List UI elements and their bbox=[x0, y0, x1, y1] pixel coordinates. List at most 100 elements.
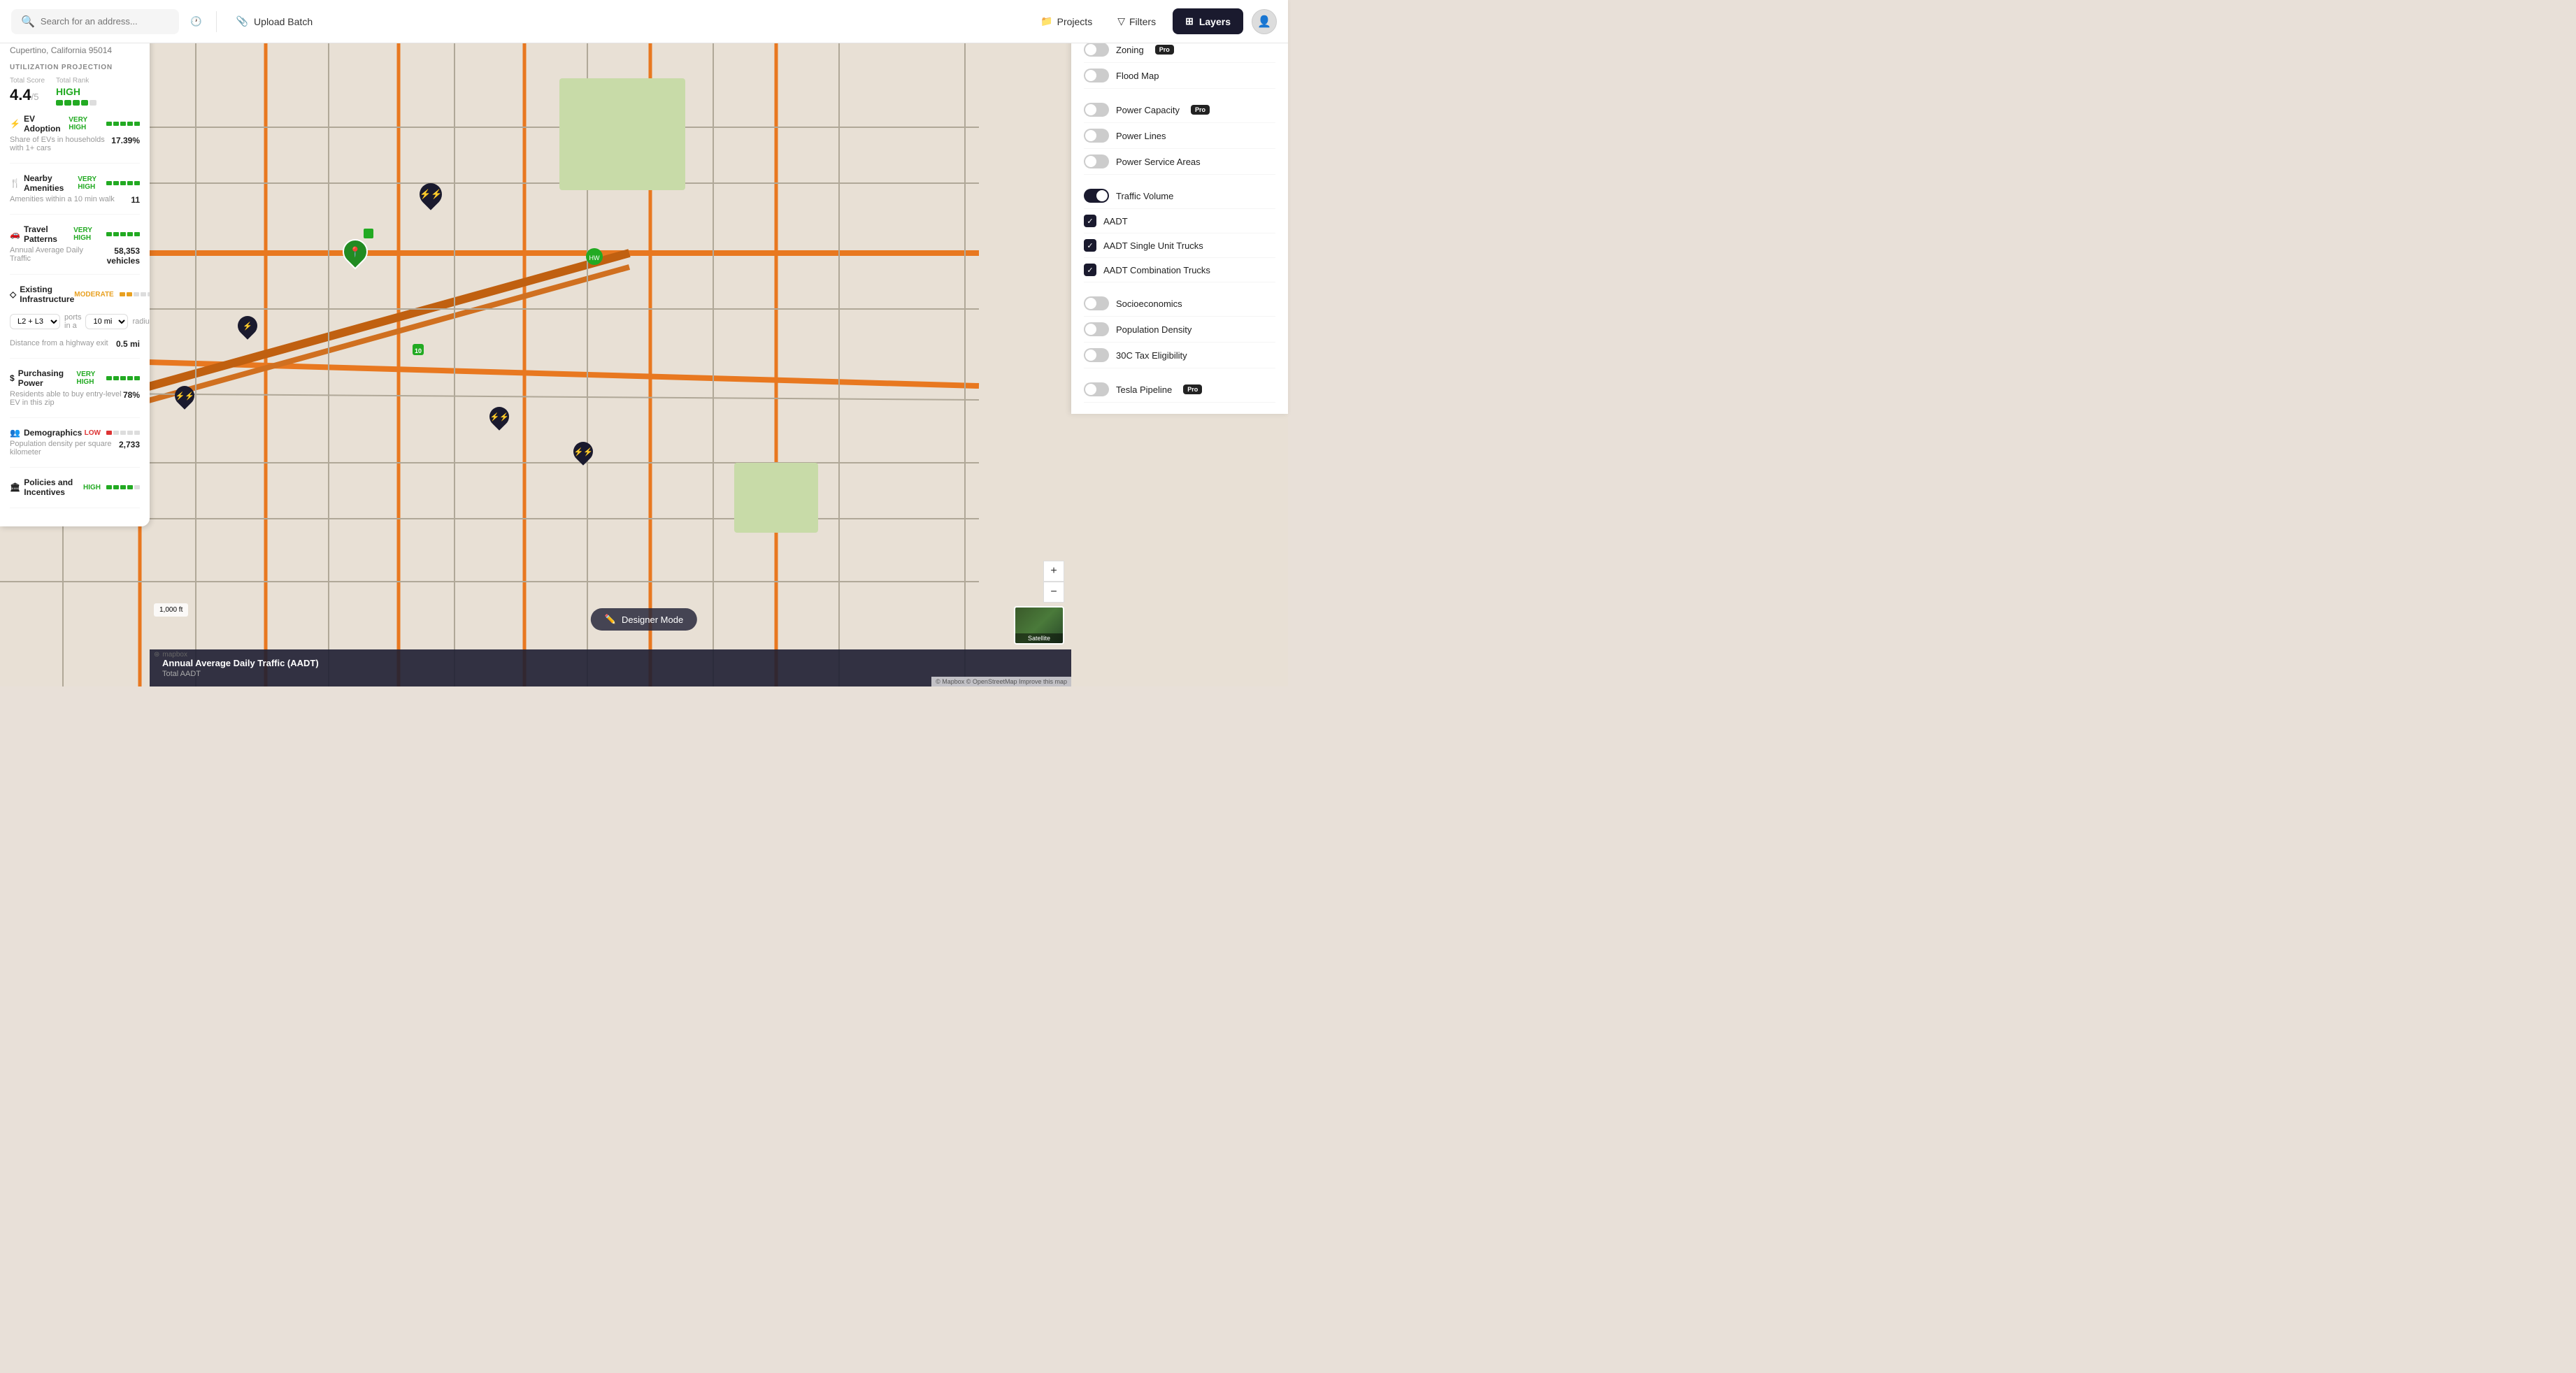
metric-purchasing-header: $ Purchasing Power VERY HIGH bbox=[10, 368, 140, 388]
score-row: Total Score 4.4/5 Total Rank HIGH bbox=[10, 77, 140, 106]
metric-amenities-name: 🍴 Nearby Amenities bbox=[10, 173, 78, 193]
layer-power-cap-toggle[interactable] bbox=[1084, 103, 1109, 117]
metric-travel-patterns: 🚗 Travel Patterns VERY HIGH Annual Avera… bbox=[10, 224, 140, 275]
satellite-thumbnail[interactable]: Satellite bbox=[1014, 606, 1064, 645]
travel-level-group: VERY HIGH bbox=[73, 227, 140, 242]
dm-bar-2 bbox=[113, 431, 119, 435]
travel-bars bbox=[106, 232, 140, 236]
metric-demo-name: 👥 Demographics bbox=[10, 428, 82, 438]
layer-row-socioeconomics: Socioeconomics bbox=[1084, 291, 1275, 317]
user-avatar[interactable]: 👤 bbox=[1252, 9, 1277, 34]
layer-power-svc-name: Power Service Areas bbox=[1116, 157, 1201, 167]
filters-button[interactable]: ▽ Filters bbox=[1109, 10, 1164, 33]
layer-power-lines-left: Power Lines bbox=[1084, 129, 1166, 143]
satellite-label: Satellite bbox=[1015, 633, 1063, 643]
score-denom: /5 bbox=[31, 92, 39, 102]
map-marker-5[interactable]: ⚡⚡ bbox=[573, 442, 593, 461]
travel-desc: Annual Average Daily Traffic bbox=[10, 246, 90, 263]
layer-aadt-single-checkbox[interactable]: ✓ bbox=[1084, 239, 1096, 252]
mapbox-logo: ⊛ mapbox bbox=[154, 651, 187, 659]
infra-radius-select[interactable]: 10 mi bbox=[85, 314, 128, 329]
check-icon-aadt: ✓ bbox=[1087, 217, 1093, 226]
rank-bar-2 bbox=[64, 100, 71, 106]
layer-aadt-combo-checkbox[interactable]: ✓ bbox=[1084, 264, 1096, 276]
demo-level: LOW bbox=[85, 429, 101, 437]
topbar: 🔍 🕐 📎 Upload Batch 📁 Projects ▽ Filters … bbox=[0, 0, 1288, 43]
layer-row-population-density: Population Density bbox=[1084, 317, 1275, 343]
panel-content: ⊕ Report 1 Infinite Loop Cupertino, Cali… bbox=[0, 24, 150, 526]
po-bar-2 bbox=[113, 485, 119, 489]
map-marker-3[interactable]: ⚡⚡ bbox=[175, 386, 194, 405]
purchasing-bars bbox=[106, 376, 140, 380]
total-score-col: Total Score 4.4/5 bbox=[10, 77, 45, 106]
policies-level-group: HIGH bbox=[83, 484, 140, 491]
metric-travel-name: 🚗 Travel Patterns bbox=[10, 224, 73, 244]
layers-button[interactable]: ⊞ Layers bbox=[1173, 8, 1243, 34]
layer-row-tesla-pipeline: Tesla Pipeline Pro bbox=[1084, 377, 1275, 403]
travel-icon: 🚗 bbox=[10, 229, 20, 239]
search-input[interactable] bbox=[41, 16, 169, 27]
layer-aadt-combo-left: ✓ AADT Combination Trucks bbox=[1084, 264, 1210, 276]
layer-flood-name: Flood Map bbox=[1116, 71, 1159, 81]
metric-infra-header: ◇ Existing Infrastructure MODERATE bbox=[10, 285, 140, 304]
po-bar-3 bbox=[120, 485, 126, 489]
infra-level: MODERATE bbox=[74, 291, 113, 299]
am-bar-1 bbox=[106, 181, 112, 185]
metric-nearby-amenities: 🍴 Nearby Amenities VERY HIGH Amenities w… bbox=[10, 173, 140, 215]
layers-label: Layers bbox=[1199, 16, 1231, 27]
layer-30c-left: 30C Tax Eligibility bbox=[1084, 348, 1187, 362]
metric-demo-header: 👥 Demographics LOW bbox=[10, 428, 140, 438]
attribution-text: © Mapbox © OpenStreetMap Improve this ma… bbox=[936, 678, 1067, 685]
tr-bar-1 bbox=[106, 232, 112, 236]
search-box[interactable]: 🔍 bbox=[11, 9, 179, 34]
infra-level-group: MODERATE bbox=[74, 291, 150, 299]
zoning-pro-badge: Pro bbox=[1155, 45, 1174, 55]
metric-purchasing-power: $ Purchasing Power VERY HIGH Residents a… bbox=[10, 368, 140, 418]
map-marker-4[interactable]: ⚡⚡ bbox=[489, 407, 509, 426]
policies-bars bbox=[106, 485, 140, 489]
map-marker-1[interactable]: ⚡⚡ bbox=[420, 183, 442, 206]
layer-power-svc-toggle[interactable] bbox=[1084, 154, 1109, 168]
projects-button[interactable]: 📁 Projects bbox=[1032, 10, 1101, 33]
zoom-in-button[interactable]: + bbox=[1043, 561, 1064, 582]
infra-selectors-row: L2 + L3 ports in a 10 mi radius 3864 + 4… bbox=[10, 307, 140, 336]
metric-existing-infra: ◇ Existing Infrastructure MODERATE bbox=[10, 285, 140, 359]
po-bar-1 bbox=[106, 485, 112, 489]
history-button[interactable]: 🕐 bbox=[187, 13, 205, 30]
layer-flood-toggle[interactable] bbox=[1084, 69, 1109, 82]
infra-charger-type-select[interactable]: L2 + L3 bbox=[10, 314, 60, 329]
projects-icon: 📁 bbox=[1040, 15, 1052, 27]
designer-mode-icon: ✏️ bbox=[605, 614, 616, 625]
tr-bar-3 bbox=[120, 232, 126, 236]
zoom-out-button[interactable]: − bbox=[1043, 582, 1064, 603]
legend-subtitle: Total AADT bbox=[162, 670, 1059, 678]
layer-socio-toggle[interactable] bbox=[1084, 296, 1109, 310]
layer-row-aadt: ✓ AADT bbox=[1084, 209, 1275, 233]
layer-gap-2 bbox=[1084, 175, 1275, 183]
amenities-level-group: VERY HIGH bbox=[78, 175, 140, 191]
layer-30c-toggle[interactable] bbox=[1084, 348, 1109, 362]
metric-infra-name: ◇ Existing Infrastructure bbox=[10, 285, 74, 304]
amenities-level: VERY HIGH bbox=[78, 175, 101, 191]
layer-traffic-toggle[interactable] bbox=[1084, 189, 1109, 203]
map-marker-2[interactable]: ⚡ bbox=[238, 316, 257, 336]
po-bar-4 bbox=[127, 485, 133, 489]
designer-mode-button[interactable]: ✏️ Designer Mode bbox=[591, 608, 697, 631]
ev-bars bbox=[106, 122, 140, 126]
layer-traffic-left: Traffic Volume bbox=[1084, 189, 1173, 203]
travel-metric-row: Annual Average Daily Traffic 58,353 vehi… bbox=[10, 246, 140, 266]
layer-zoning-toggle[interactable] bbox=[1084, 43, 1109, 57]
layer-pop-density-toggle[interactable] bbox=[1084, 322, 1109, 336]
infra-extra-desc: Distance from a highway exit bbox=[10, 339, 108, 347]
purchasing-level-group: VERY HIGH bbox=[76, 371, 140, 386]
current-location-marker[interactable]: 📍 bbox=[343, 239, 368, 264]
layer-tesla-toggle[interactable] bbox=[1084, 382, 1109, 396]
layer-power-lines-name: Power Lines bbox=[1116, 131, 1166, 141]
ev-level: VERY HIGH bbox=[69, 116, 101, 131]
rank-bar-3 bbox=[73, 100, 80, 106]
layer-power-lines-toggle[interactable] bbox=[1084, 129, 1109, 143]
upload-batch-button[interactable]: 📎 Upload Batch bbox=[228, 10, 322, 33]
purchasing-icon: $ bbox=[10, 373, 15, 383]
amenities-desc: Amenities within a 10 min walk bbox=[10, 195, 115, 203]
layer-aadt-checkbox[interactable]: ✓ bbox=[1084, 215, 1096, 227]
